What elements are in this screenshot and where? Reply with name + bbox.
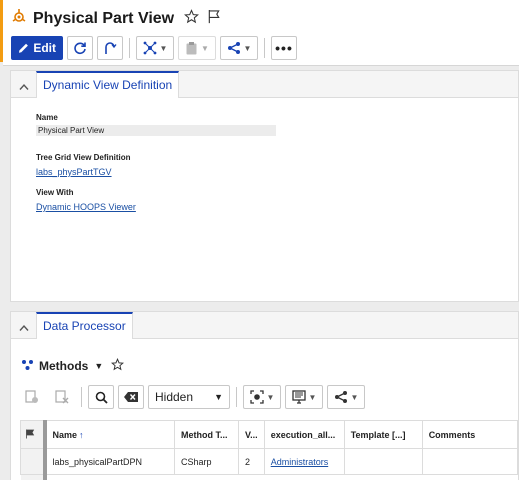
definition-panel-header: Dynamic View Definition xyxy=(11,71,518,98)
tab-dynamic-view-definition[interactable]: Dynamic View Definition xyxy=(36,71,180,98)
title-row: Physical Part View xyxy=(11,8,221,29)
methods-icon xyxy=(21,359,34,374)
name-field: Name Physical Part View xyxy=(36,113,276,136)
favorite-star-icon[interactable] xyxy=(184,8,200,29)
table-header-row: Name ↑ Method T... V... execution_all... … xyxy=(20,420,519,449)
edit-button-label: Edit xyxy=(33,41,56,55)
tree-grid-link[interactable]: labs_physPartTGV xyxy=(36,167,112,177)
methods-favorite-star-icon[interactable] xyxy=(111,357,125,374)
view-with-field: View With Dynamic HOOPS Viewer xyxy=(36,188,136,215)
column-header-comments[interactable]: Comments xyxy=(421,420,519,449)
part-view-icon xyxy=(11,8,27,29)
column-header-template[interactable]: Template [...] xyxy=(343,420,423,449)
chevron-down-icon: ▼ xyxy=(201,43,209,53)
empty-cell xyxy=(175,475,518,480)
toolbar-divider xyxy=(129,38,130,58)
column-header-version[interactable]: V... xyxy=(238,420,265,449)
clear-search-button[interactable] xyxy=(118,385,144,409)
share-icon xyxy=(334,391,347,403)
empty-cell xyxy=(42,474,175,480)
flag-column-header[interactable] xyxy=(20,420,45,449)
methods-label: Methods xyxy=(39,359,89,373)
chevron-down-icon: ▼ xyxy=(308,392,317,402)
cell-execution: Administrators xyxy=(263,448,345,475)
remove-relationship-icon xyxy=(55,390,69,404)
share-menu-button[interactable]: ▼ xyxy=(220,36,258,60)
search-icon xyxy=(95,391,108,404)
row-flag-cell[interactable] xyxy=(20,448,45,475)
share-icon xyxy=(227,42,240,54)
chevron-down-icon: ▼ xyxy=(159,43,168,53)
more-actions-button[interactable]: ••• xyxy=(271,36,297,60)
tree-grid-label: Tree Grid View Definition xyxy=(36,153,131,162)
page-header: Physical Part View Edit ▼ ▼ ▼ ••• xyxy=(3,0,519,66)
selection-icon xyxy=(249,390,264,404)
pencil-icon xyxy=(18,43,28,53)
name-value: Physical Part View xyxy=(36,125,276,136)
share-relations-button[interactable]: ▼ xyxy=(327,385,365,409)
visibility-select-value: Hidden xyxy=(155,390,194,404)
flag-icon xyxy=(26,429,35,438)
methods-header: Methods ▼ xyxy=(21,357,125,374)
flag-icon[interactable] xyxy=(207,9,221,29)
page-title: Physical Part View xyxy=(33,9,175,27)
chevron-down-icon: ▼ xyxy=(266,392,275,402)
refresh-icon xyxy=(74,42,86,55)
toolbar-divider xyxy=(264,38,265,58)
select-menu-button[interactable]: ▼ xyxy=(243,385,281,409)
display-menu-button[interactable]: ▼ xyxy=(285,385,323,409)
visibility-select[interactable]: Hidden ▼ xyxy=(148,385,230,409)
execution-link[interactable]: Administrators xyxy=(271,457,329,467)
chevron-up-icon[interactable] xyxy=(19,78,29,96)
edit-button[interactable]: Edit xyxy=(11,36,63,60)
cell-name: labs_physicalPartDPN xyxy=(42,448,175,475)
table-empty-row xyxy=(20,474,518,480)
add-method-button[interactable] xyxy=(19,385,45,409)
claim-button[interactable] xyxy=(97,36,123,60)
clipboard-icon xyxy=(186,42,197,55)
cell-method-type: CSharp xyxy=(174,448,239,475)
chevron-up-icon[interactable] xyxy=(19,319,29,337)
processor-panel-header: Data Processor xyxy=(11,312,518,339)
methods-chevron-down-icon[interactable]: ▼ xyxy=(94,361,103,371)
table-row[interactable]: labs_physicalPartDPN CSharp 2 Administra… xyxy=(20,448,519,475)
clipboard-menu-button[interactable]: ▼ xyxy=(178,36,216,60)
search-button[interactable] xyxy=(88,385,114,409)
view-with-link[interactable]: Dynamic HOOPS Viewer xyxy=(36,202,136,212)
main-toolbar: Edit ▼ ▼ ▼ ••• xyxy=(11,36,301,60)
chevron-down-icon: ▼ xyxy=(350,392,359,402)
definition-panel: Dynamic View Definition Name Physical Pa… xyxy=(10,70,519,302)
methods-toolbar: Hidden ▼ ▼ ▼ ▼ xyxy=(19,385,369,409)
clear-icon xyxy=(124,392,138,402)
chevron-down-icon: ▼ xyxy=(243,43,252,53)
sort-arrow-up-icon: ↑ xyxy=(79,429,84,440)
claim-icon xyxy=(105,42,117,54)
column-header-execution[interactable]: execution_all... xyxy=(263,420,345,449)
column-header-method-type[interactable]: Method T... xyxy=(174,420,239,449)
more-icon: ••• xyxy=(275,40,293,56)
column-header-name[interactable]: Name ↑ xyxy=(42,420,175,449)
add-relationship-icon xyxy=(25,390,38,403)
remove-method-button[interactable] xyxy=(49,385,75,409)
toolbar-divider xyxy=(81,387,82,407)
refresh-button[interactable] xyxy=(67,36,93,60)
cell-version: 2 xyxy=(238,448,265,475)
tab-data-processor[interactable]: Data Processor xyxy=(36,312,133,339)
tree-grid-field: Tree Grid View Definition labs_physPartT… xyxy=(36,153,131,180)
toolbar-divider xyxy=(236,387,237,407)
empty-flag-cell xyxy=(20,474,45,480)
cell-comments xyxy=(421,448,519,475)
monitor-icon xyxy=(291,390,306,404)
processor-panel: Data Processor Methods ▼ Hidden ▼ ▼ ▼ ▼ … xyxy=(10,311,519,480)
chevron-down-icon: ▼ xyxy=(214,392,223,402)
name-label: Name xyxy=(36,113,58,122)
methods-table: Name ↑ Method T... V... execution_all... … xyxy=(20,420,519,480)
view-with-label: View With xyxy=(36,188,74,197)
network-icon xyxy=(143,41,156,55)
structure-menu-button[interactable]: ▼ xyxy=(136,36,174,60)
cell-template xyxy=(343,448,423,475)
